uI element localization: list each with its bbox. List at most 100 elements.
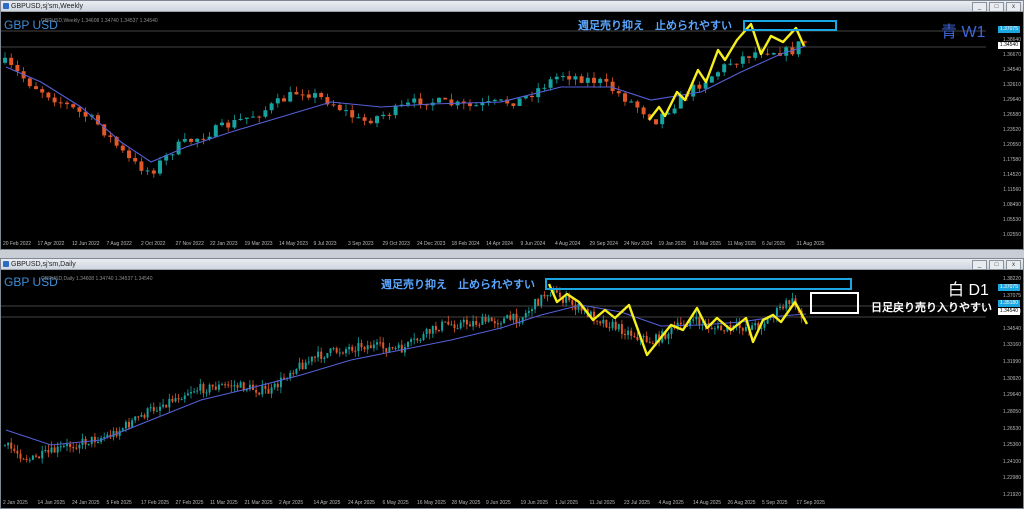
candle-body bbox=[554, 76, 559, 80]
candle-body bbox=[567, 76, 572, 80]
candle-body bbox=[381, 114, 386, 117]
candle-body bbox=[238, 118, 243, 121]
candle-body bbox=[124, 421, 127, 429]
candle-body bbox=[751, 325, 754, 331]
candle-body bbox=[170, 154, 175, 156]
candle-body bbox=[72, 447, 75, 449]
date-axis-label: 2 Jan 2025 bbox=[3, 500, 28, 506]
close-button[interactable]: x bbox=[1006, 260, 1021, 270]
candle-body bbox=[295, 368, 298, 374]
date-axis-label: 29 Oct 2023 bbox=[382, 241, 410, 247]
date-axis-label: 2 Apr 2025 bbox=[279, 500, 304, 506]
candle-body bbox=[596, 320, 599, 322]
candle-body bbox=[465, 319, 468, 325]
candle-body bbox=[133, 158, 138, 162]
candle-body bbox=[183, 395, 186, 400]
daily-sell-zone-box bbox=[810, 292, 859, 314]
price-axis-label: 1.36670 bbox=[1002, 52, 1021, 58]
price-axis-label: 1.34540 bbox=[1002, 67, 1021, 73]
candle-body bbox=[19, 453, 22, 459]
candle-body bbox=[391, 347, 394, 349]
candle-body bbox=[227, 384, 230, 386]
candle-body bbox=[611, 321, 614, 328]
weekly-title-bar[interactable]: GBPUSD,sj'sm,Weekly _ □ x bbox=[1, 1, 1023, 12]
candle-body bbox=[165, 404, 168, 408]
candle-body bbox=[422, 334, 425, 340]
candle-body bbox=[288, 92, 293, 102]
minimize-button[interactable]: _ bbox=[972, 2, 987, 12]
daily-candlestick-chart[interactable] bbox=[1, 270, 1023, 508]
candle-body bbox=[58, 102, 63, 104]
candle-body bbox=[571, 300, 574, 305]
candle-body bbox=[158, 160, 162, 174]
date-axis-label: 3 Sep 2023 bbox=[348, 241, 374, 247]
date-axis-label: 17 Sep 2025 bbox=[796, 500, 825, 506]
date-axis-label: 26 Aug 2025 bbox=[727, 500, 756, 506]
candle-body bbox=[22, 458, 25, 460]
daily-ohlc-readout: GBPUSD,Daily 1.34608 1.34740 1.34537 1.3… bbox=[41, 276, 153, 282]
daily-plot-area[interactable]: GBP USD GBPUSD,Daily 1.34608 1.34740 1.3… bbox=[1, 270, 1023, 508]
candle-body bbox=[4, 445, 6, 447]
weekly-window-title: GBPUSD,sj'sm,Weekly bbox=[11, 3, 83, 10]
candle-body bbox=[329, 348, 332, 354]
candle-body bbox=[97, 441, 99, 443]
candle-body bbox=[734, 63, 739, 65]
weekly-plot-area[interactable]: GBP USD GBPUSD,Weekly 1.34608 1.34740 1.… bbox=[1, 12, 1023, 249]
candle-body bbox=[672, 108, 677, 114]
candle-body bbox=[449, 99, 454, 106]
maximize-button[interactable]: □ bbox=[989, 260, 1004, 270]
candle-body bbox=[28, 459, 31, 461]
candle-body bbox=[608, 327, 611, 329]
candle-body bbox=[59, 446, 62, 448]
candle-body bbox=[548, 79, 553, 88]
weekly-candlestick-chart[interactable] bbox=[1, 12, 1023, 249]
candle-body bbox=[717, 325, 719, 329]
candle-body bbox=[251, 116, 255, 118]
date-axis-label: 5 Feb 2025 bbox=[106, 500, 132, 506]
candle-body bbox=[478, 324, 481, 326]
price-axis-label: 1.29640 bbox=[1002, 392, 1021, 399]
price-tag-label: 1.34540 bbox=[997, 42, 1020, 49]
candle-body bbox=[397, 344, 400, 349]
candle-body bbox=[306, 94, 311, 98]
date-axis-label: 14 Jan 2025 bbox=[37, 500, 66, 506]
candle-body bbox=[208, 384, 211, 393]
candle-body bbox=[337, 104, 342, 111]
daily-chart-window[interactable]: GBPUSD,sj'sm,Daily _ □ x GBP USD GBPUSD,… bbox=[0, 258, 1024, 509]
candle-body bbox=[25, 458, 28, 460]
candle-body bbox=[713, 328, 716, 330]
candle-body bbox=[382, 342, 385, 349]
candle-body bbox=[38, 456, 41, 459]
candle-body bbox=[629, 101, 634, 103]
weekly-chart-window[interactable]: GBPUSD,sj'sm,Weekly _ □ x GBP USD GBPUSD… bbox=[0, 0, 1024, 250]
candle-body bbox=[301, 362, 304, 370]
candle-body bbox=[475, 321, 478, 325]
candle-body bbox=[641, 107, 646, 115]
candle-body bbox=[710, 327, 713, 329]
candle-body bbox=[412, 98, 417, 103]
candle-body bbox=[62, 445, 65, 447]
candle-body bbox=[703, 82, 708, 89]
date-axis-label: 19 Jan 2025 bbox=[658, 241, 687, 247]
date-axis-label: 1 Jul 2025 bbox=[555, 500, 579, 506]
candle-body bbox=[189, 139, 193, 142]
date-axis-label: 31 Aug 2025 bbox=[796, 241, 825, 247]
candle-body bbox=[128, 421, 130, 428]
candle-body bbox=[232, 120, 237, 128]
candle-body bbox=[282, 98, 286, 102]
candle-body bbox=[407, 341, 409, 347]
candle-body bbox=[177, 398, 180, 400]
zigzag-trend-line bbox=[648, 22, 806, 121]
close-button[interactable]: x bbox=[1006, 2, 1021, 12]
price-axis-label: 1.25360 bbox=[1002, 442, 1021, 449]
candle-body bbox=[765, 53, 770, 55]
minimize-button[interactable]: _ bbox=[972, 260, 987, 270]
date-axis-label: 9 Jul 2023 bbox=[313, 241, 337, 247]
daily-title-bar[interactable]: GBPUSD,sj'sm,Daily _ □ x bbox=[1, 259, 1023, 270]
candle-body bbox=[599, 321, 602, 324]
candle-body bbox=[542, 87, 547, 89]
candle-body bbox=[190, 392, 192, 394]
candle-body bbox=[310, 356, 313, 362]
price-axis-label: 1.20550 bbox=[1002, 142, 1021, 148]
maximize-button[interactable]: □ bbox=[989, 2, 1004, 12]
